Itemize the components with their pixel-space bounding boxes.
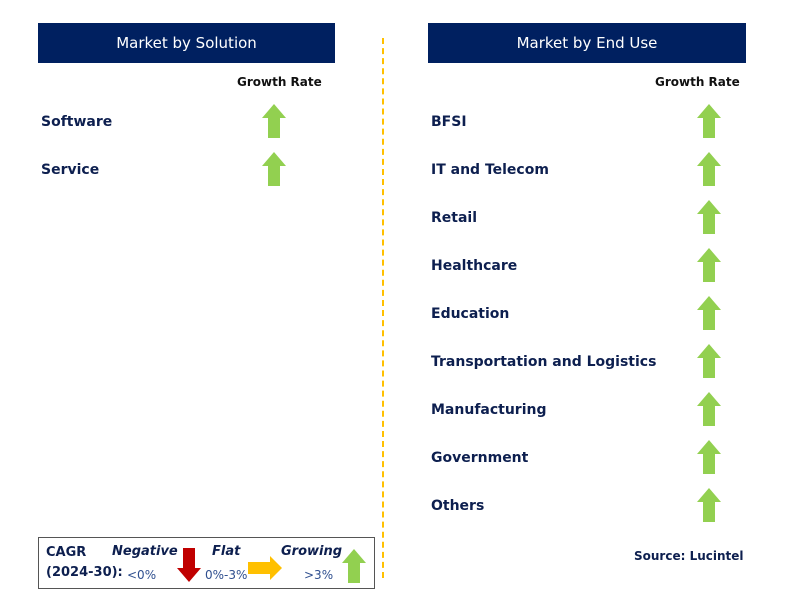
- legend-period: (2024-30):: [46, 565, 123, 580]
- legend-flat: Flat: [212, 544, 241, 559]
- arrow-up-icon: [697, 440, 721, 474]
- row-label: Education: [431, 306, 510, 322]
- arrow-down-icon: [177, 548, 201, 582]
- source-note: Source: Lucintel: [634, 549, 744, 563]
- solution-header: Market by Solution: [38, 23, 335, 63]
- end-use-header: Market by End Use: [428, 23, 746, 63]
- arrow-up-icon: [262, 104, 286, 138]
- arrow-up-icon: [697, 344, 721, 378]
- legend-growing-range: >3%: [304, 568, 334, 582]
- legend: CAGR (2024-30): Negative <0% Flat 0%-3% …: [38, 537, 375, 589]
- legend-growing: Growing: [281, 544, 343, 559]
- growth-rate-header-left: Growth Rate: [237, 75, 322, 89]
- arrow-up-icon: [697, 200, 721, 234]
- row-label: BFSI: [431, 114, 467, 130]
- legend-negative: Negative: [112, 544, 178, 559]
- arrow-up-icon: [697, 152, 721, 186]
- arrow-up-icon: [262, 152, 286, 186]
- arrow-up-icon: [697, 248, 721, 282]
- arrow-up-icon: [342, 549, 366, 583]
- row-label: Government: [431, 450, 529, 466]
- row-label: Service: [41, 162, 100, 178]
- row-label: Transportation and Logistics: [431, 354, 657, 370]
- row-label: Manufacturing: [431, 402, 547, 418]
- row-label: IT and Telecom: [431, 162, 549, 178]
- row-label: Healthcare: [431, 258, 518, 274]
- arrow-right-icon: [248, 556, 282, 580]
- legend-negative-range: <0%: [127, 568, 157, 582]
- row-label: Software: [41, 114, 113, 130]
- legend-flat-range: 0%-3%: [205, 568, 248, 582]
- legend-cagr: CAGR: [46, 545, 87, 560]
- row-label: Retail: [431, 210, 478, 226]
- arrow-up-icon: [697, 488, 721, 522]
- growth-rate-header-right: Growth Rate: [655, 75, 740, 89]
- arrow-up-icon: [697, 296, 721, 330]
- divider: [382, 38, 384, 578]
- row-label: Others: [431, 498, 485, 514]
- arrow-up-icon: [697, 392, 721, 426]
- arrow-up-icon: [697, 104, 721, 138]
